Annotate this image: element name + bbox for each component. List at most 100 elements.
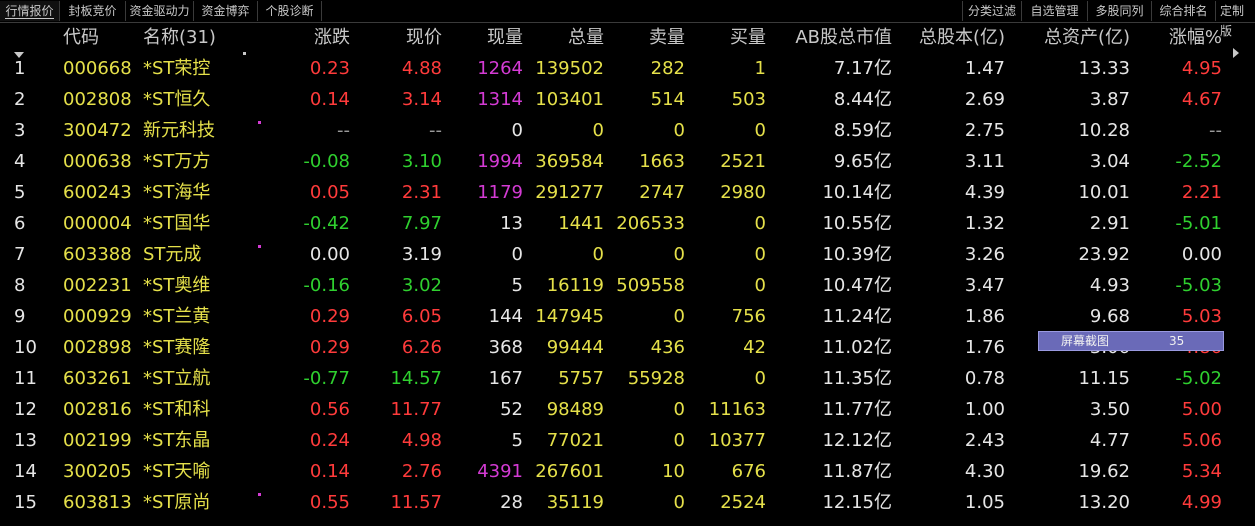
header-total-shares[interactable]: 总股本(亿) xyxy=(895,22,1005,54)
tab-quote[interactable]: 行情报价 xyxy=(0,1,60,21)
header-change[interactable]: 涨跌 xyxy=(270,22,350,54)
header-pct-change[interactable]: 涨幅% xyxy=(1140,22,1222,54)
current-volume: 1264 xyxy=(477,58,523,79)
header-total-assets[interactable]: 总资产(亿) xyxy=(1015,22,1130,54)
stock-code: 000668 xyxy=(63,58,132,79)
current-volume: 28 xyxy=(500,492,523,513)
total-shares: 1.76 xyxy=(964,337,1005,358)
pct-change: -5.01 xyxy=(1175,213,1222,234)
stock-code: 000004 xyxy=(63,213,132,234)
tab-multi-stock[interactable]: 多股同列 xyxy=(1088,1,1152,21)
total-shares: 2.69 xyxy=(964,89,1005,110)
total-volume: 291277 xyxy=(535,182,604,203)
change-value: 0.14 xyxy=(309,89,350,110)
total-volume: 1441 xyxy=(558,213,604,234)
price-value: 11.57 xyxy=(390,492,442,513)
market-cap: 11.02亿 xyxy=(822,337,892,358)
stock-code: 000638 xyxy=(63,151,132,172)
table-row[interactable]: 4 000638 *ST万方 -0.08 3.10 1994 369584 1663 2521 9… xyxy=(0,146,1255,177)
price-value: 2.31 xyxy=(401,182,442,203)
table-row[interactable]: 7 603388 ST元成 0.00 3.19 0 0 0 0 10.39亿 3.26 23.92 0.… xyxy=(0,239,1255,270)
total-volume: 267601 xyxy=(535,461,604,482)
total-volume: 35119 xyxy=(546,492,604,513)
tab-filter[interactable]: 分类过滤 xyxy=(962,1,1022,21)
table-row[interactable]: 15 603813 *ST原尚 0.55 11.57 28 35119 0 2524 12.15亿… xyxy=(0,487,1255,518)
table-row[interactable]: 9 000929 *ST兰黄 0.29 6.05 144 147945 0 756 11.24亿 1… xyxy=(0,301,1255,332)
price-value: 3.10 xyxy=(401,151,442,172)
total-shares: 3.47 xyxy=(964,275,1005,296)
stock-name: *ST立航 xyxy=(143,368,211,389)
header-total-volume[interactable]: 总量 xyxy=(524,22,604,54)
tab-capital-drive[interactable]: 资金驱动力 xyxy=(126,1,194,21)
current-volume: 13 xyxy=(500,213,523,234)
table-row[interactable]: 3 300472 新元科技 -- -- 0 0 0 0 8.59亿 2.75 10.28 -- xyxy=(0,115,1255,146)
pct-change: 4.95 xyxy=(1181,58,1222,79)
row-index: 13 xyxy=(14,430,37,451)
header-name[interactable]: 名称(31) xyxy=(143,22,216,54)
market-cap: 10.39亿 xyxy=(822,244,892,265)
total-shares: 1.32 xyxy=(964,213,1005,234)
current-volume: 0 xyxy=(511,120,523,141)
tab-ranking[interactable]: 综合排名 xyxy=(1152,1,1216,21)
stock-code: 002816 xyxy=(63,399,132,420)
stock-name: *ST国华 xyxy=(143,213,211,234)
table-row[interactable]: 13 002199 *ST东晶 0.24 4.98 5 77021 0 10377 12.12亿 2… xyxy=(0,425,1255,456)
header-current-volume[interactable]: 现量 xyxy=(443,22,523,54)
sell-volume: 282 xyxy=(650,58,685,79)
buy-volume: 0 xyxy=(754,275,766,296)
change-value: 0.00 xyxy=(309,244,350,265)
table-row[interactable]: 14 300205 *ST天喻 0.14 2.76 4391 267601 10 676 11.8… xyxy=(0,456,1255,487)
buy-volume: 2521 xyxy=(720,151,766,172)
total-assets: 3.04 xyxy=(1089,151,1130,172)
stock-name: *ST赛隆 xyxy=(143,337,211,358)
total-assets: 10.01 xyxy=(1078,182,1130,203)
total-assets: 2.91 xyxy=(1089,213,1130,234)
total-assets: 9.68 xyxy=(1089,306,1130,327)
tab-quote-label: 行情报价 xyxy=(5,4,54,19)
total-volume: 99444 xyxy=(546,337,604,358)
total-volume: 0 xyxy=(592,120,604,141)
table-row[interactable]: 8 002231 *ST奥维 -0.16 3.02 5 16119 509558 0 10.47亿… xyxy=(0,270,1255,301)
row-index: 3 xyxy=(14,120,26,141)
header-code[interactable]: 代码 xyxy=(63,22,99,54)
header-buy-volume[interactable]: 买量 xyxy=(686,22,766,54)
table-row[interactable]: 1 000668 *ST荣控 0.23 4.88 1264 139502 282 1 7.17亿 1… xyxy=(0,53,1255,84)
stock-name: *ST海华 xyxy=(143,182,211,203)
tab-auction[interactable]: 封板竞价 xyxy=(60,1,126,21)
screenshot-tooltip[interactable]: 屏幕截图 35 xyxy=(1038,331,1224,351)
row-index: 15 xyxy=(14,492,37,513)
row-index: 11 xyxy=(14,368,37,389)
total-assets: 4.93 xyxy=(1089,275,1130,296)
tab-watchlist[interactable]: 自选管理 xyxy=(1022,1,1088,21)
header-market-cap[interactable]: AB股总市值 xyxy=(770,22,892,54)
stock-name: *ST东晶 xyxy=(143,430,211,451)
tab-custom[interactable]: 定制版 xyxy=(1216,1,1255,38)
row-index: 14 xyxy=(14,461,37,482)
total-shares: 1.05 xyxy=(964,492,1005,513)
header-price[interactable]: 现价 xyxy=(362,22,442,54)
top-tab-bar: 行情报价 封板竞价 资金驱动力 资金博弈 个股诊断 分类过滤 自选管理 多股同列… xyxy=(0,0,1255,38)
sell-volume: 10 xyxy=(662,461,685,482)
market-cap: 8.59亿 xyxy=(833,120,892,141)
table-row[interactable]: 2 002808 *ST恒久 0.14 3.14 1314 103401 514 503 8.44… xyxy=(0,84,1255,115)
total-shares: 2.75 xyxy=(964,120,1005,141)
tab-diagnosis[interactable]: 个股诊断 xyxy=(258,1,322,21)
marker-dot-icon xyxy=(258,245,261,248)
row-index: 9 xyxy=(14,306,26,327)
buy-volume: 0 xyxy=(754,244,766,265)
total-volume: 139502 xyxy=(535,58,604,79)
price-value: 4.88 xyxy=(401,58,442,79)
buy-volume: 11163 xyxy=(708,399,766,420)
total-shares: 0.78 xyxy=(964,368,1005,389)
tab-capital-game[interactable]: 资金博弈 xyxy=(194,1,258,21)
pct-change: -5.02 xyxy=(1175,368,1222,389)
table-row[interactable]: 11 603261 *ST立航 -0.77 14.57 167 5757 55928 0 11.3… xyxy=(0,363,1255,394)
table-row[interactable]: 5 600243 *ST海华 0.05 2.31 1179 291277 2747 2980 10… xyxy=(0,177,1255,208)
stock-name: *ST奥维 xyxy=(143,275,211,296)
current-volume: 52 xyxy=(500,399,523,420)
total-shares: 2.43 xyxy=(964,430,1005,451)
screenshot-tooltip-label: 屏幕截图 xyxy=(1061,334,1110,348)
table-row[interactable]: 6 000004 *ST国华 -0.42 7.97 13 1441 206533 0 10.55亿… xyxy=(0,208,1255,239)
table-row[interactable]: 12 002816 *ST和科 0.56 11.77 52 98489 0 11163 11.77… xyxy=(0,394,1255,425)
header-sell-volume[interactable]: 卖量 xyxy=(605,22,685,54)
